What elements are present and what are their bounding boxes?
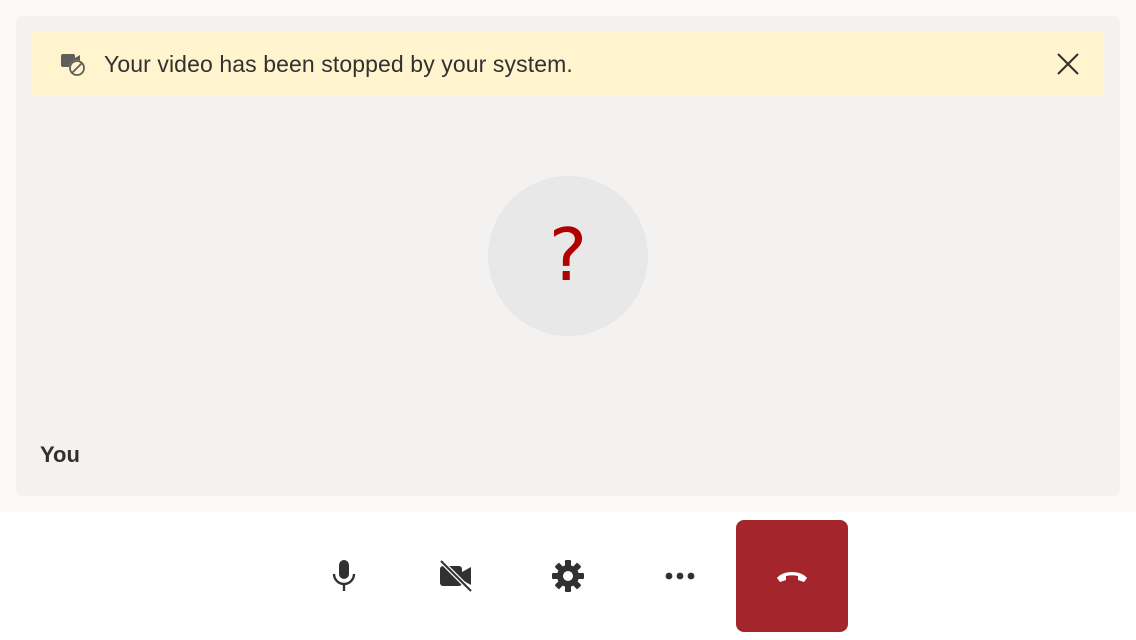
- more-options-button[interactable]: [624, 520, 736, 632]
- banner-message: Your video has been stopped by your syst…: [104, 50, 573, 77]
- close-banner-button[interactable]: [1052, 48, 1084, 80]
- participant-name: You: [40, 442, 80, 467]
- video-stage: Your video has been stopped by your syst…: [16, 16, 1120, 496]
- microphone-icon[interactable]: [330, 559, 358, 593]
- camera-button[interactable]: [400, 520, 512, 632]
- more-icon[interactable]: [665, 571, 695, 581]
- avatar-placeholder-glyph: ?: [548, 213, 588, 297]
- microphone-button[interactable]: [288, 520, 400, 632]
- avatar: ?: [488, 176, 648, 336]
- notification-banner: Your video has been stopped by your syst…: [32, 32, 1104, 96]
- call-controls-bar: [0, 512, 1136, 640]
- settings-button[interactable]: [512, 520, 624, 632]
- gear-icon[interactable]: [551, 559, 585, 593]
- hang-up-button[interactable]: [736, 520, 848, 632]
- close-icon[interactable]: [1056, 52, 1080, 76]
- camera-off-icon[interactable]: [438, 559, 474, 593]
- video-blocked-icon: [58, 49, 88, 79]
- hang-up-icon[interactable]: [775, 568, 809, 584]
